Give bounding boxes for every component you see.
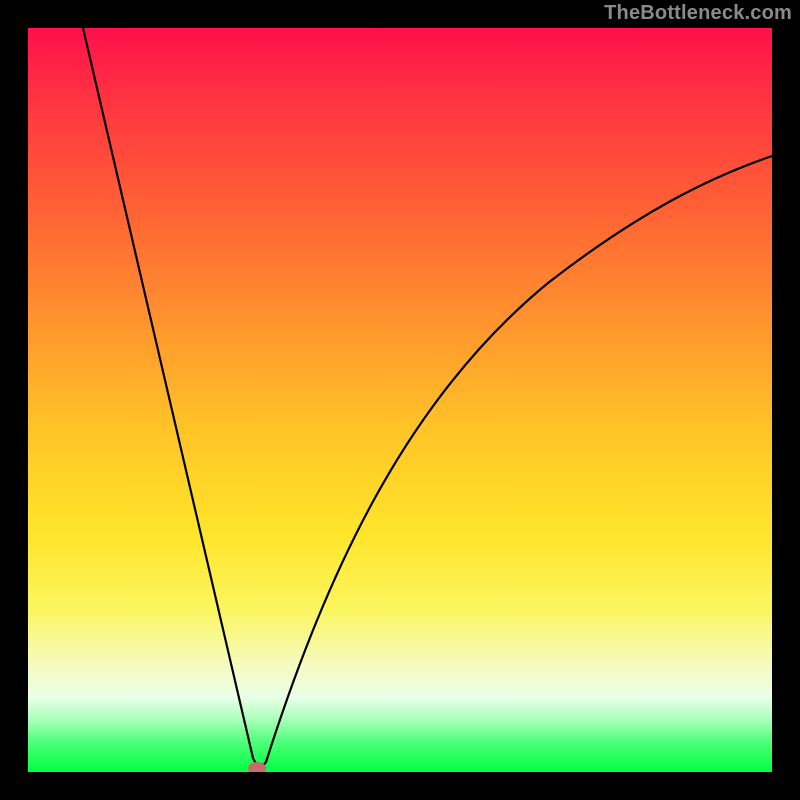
minimum-marker xyxy=(248,762,266,772)
plot-area xyxy=(28,28,772,772)
chart-frame: TheBottleneck.com xyxy=(0,0,800,800)
bottleneck-curve xyxy=(83,28,772,766)
curve-layer xyxy=(28,28,772,772)
watermark-text: TheBottleneck.com xyxy=(604,2,792,25)
